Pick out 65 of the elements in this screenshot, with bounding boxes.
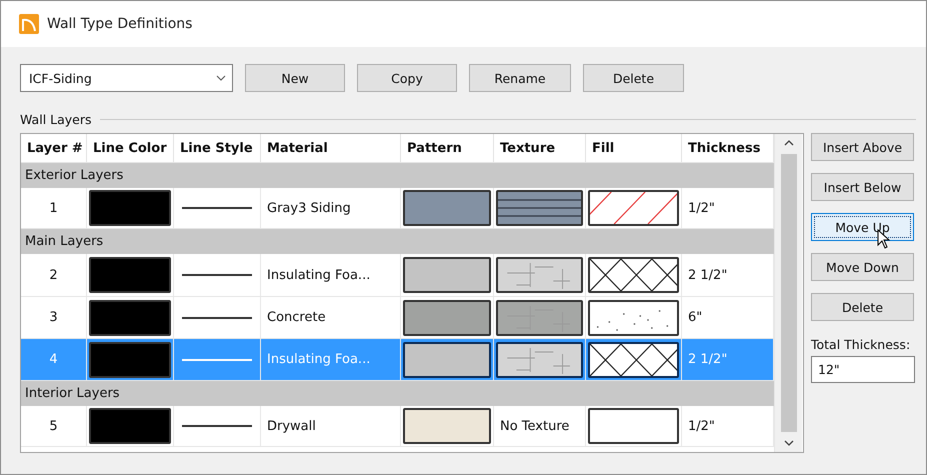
group-row: Exterior Layers — [21, 163, 774, 188]
table-cell: 1 — [21, 188, 87, 228]
line-color-swatch[interactable] — [89, 257, 171, 293]
column-header[interactable]: Material — [261, 134, 401, 162]
line-color-swatch[interactable] — [89, 342, 171, 378]
table-cell: Gray3 Siding — [261, 188, 401, 228]
fill-swatch[interactable] — [588, 408, 679, 444]
app-logo-icon — [19, 14, 39, 34]
column-header[interactable]: Line Color — [87, 134, 174, 162]
total-thickness-label: Total Thickness: — [811, 337, 912, 352]
column-header[interactable]: Texture — [494, 134, 586, 162]
toolbar-button[interactable]: New — [245, 64, 345, 92]
toolbar-button[interactable]: Copy — [357, 64, 457, 92]
layer-row[interactable]: 5 Drywall No Texture 1/2" — [21, 406, 774, 447]
table-cell: Insulating Foa... — [261, 339, 401, 380]
column-header[interactable]: Layer # — [21, 134, 87, 162]
scrollbar-thumb[interactable] — [780, 154, 796, 432]
group-label: Wall Layers — [20, 112, 92, 127]
line-color-swatch[interactable] — [89, 408, 171, 444]
side-button[interactable]: Delete — [811, 293, 914, 321]
layer-row[interactable]: 2 Insulating Foa... 2 1/2" — [21, 254, 774, 297]
pattern-swatch[interactable] — [403, 257, 491, 293]
side-button[interactable]: Move Up — [811, 213, 914, 241]
pattern-swatch[interactable] — [403, 300, 491, 336]
column-header[interactable]: Pattern — [401, 134, 494, 162]
chevron-up-icon[interactable] — [784, 140, 794, 146]
fill-swatch[interactable] — [588, 342, 679, 378]
group-row: Main Layers — [21, 229, 774, 254]
window-title: Wall Type Definitions — [47, 16, 192, 32]
scrollbar[interactable] — [774, 134, 802, 452]
table-cell: 5 — [21, 406, 87, 446]
fill-swatch[interactable] — [588, 190, 679, 226]
table-cell: Drywall — [261, 406, 401, 446]
fill-swatch[interactable] — [588, 300, 679, 336]
total-thickness-field[interactable]: 12" — [811, 356, 915, 383]
texture-swatch[interactable] — [496, 342, 583, 378]
layer-row[interactable]: 3 Concrete 6" — [21, 297, 774, 339]
line-style-sample[interactable] — [182, 316, 252, 318]
column-header[interactable]: Line Style — [174, 134, 261, 162]
side-button[interactable]: Insert Below — [811, 173, 914, 201]
column-header[interactable]: Fill — [586, 134, 682, 162]
texture-swatch[interactable] — [496, 190, 583, 226]
pattern-swatch[interactable] — [403, 190, 491, 226]
table-cell: No Texture — [494, 406, 586, 446]
table-cell: 4 — [21, 339, 87, 380]
fill-swatch[interactable] — [588, 257, 679, 293]
layer-row[interactable]: 1 Gray3 Siding 1/2" — [21, 188, 774, 229]
pattern-swatch[interactable] — [403, 408, 491, 444]
texture-swatch[interactable] — [496, 300, 583, 336]
wall-type-dropdown[interactable]: ICF-Siding — [20, 64, 233, 92]
table-cell: 2 — [21, 254, 87, 296]
side-button[interactable]: Insert Above — [811, 133, 914, 161]
pattern-swatch[interactable] — [403, 342, 491, 378]
texture-swatch[interactable] — [496, 257, 583, 293]
table-cell: Concrete — [261, 297, 401, 338]
chevron-down-icon — [216, 75, 226, 81]
chevron-down-icon[interactable] — [784, 440, 794, 446]
table-cell: 3 — [21, 297, 87, 338]
group-row: Interior Layers — [21, 381, 774, 406]
line-color-swatch[interactable] — [89, 190, 171, 226]
toolbar-button[interactable]: Rename — [469, 64, 571, 92]
line-color-swatch[interactable] — [89, 300, 171, 336]
toolbar-button[interactable]: Delete — [583, 64, 684, 92]
table-cell: Insulating Foa... — [261, 254, 401, 296]
side-button[interactable]: Move Down — [811, 253, 914, 281]
